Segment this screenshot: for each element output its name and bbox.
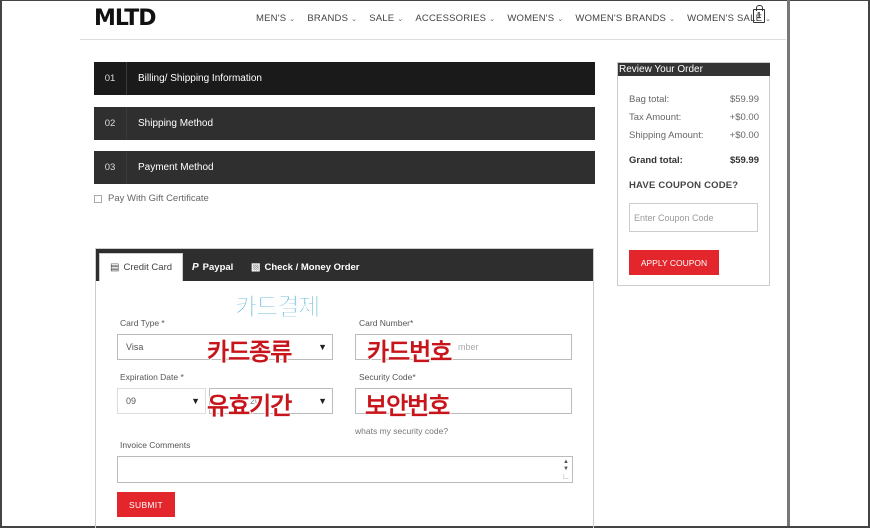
- grand-total-value: $59.99: [729, 155, 759, 166]
- card-number-label: Card Number*: [359, 318, 414, 328]
- nav-item-womens[interactable]: WOMEN'S ⌄: [507, 13, 563, 24]
- payment-tabs: ▤ Credit Card P Paypal ▧ Check / Money O…: [96, 249, 593, 281]
- site-header: MLTD MEN'S ⌄ BRANDS ⌄ SALE ⌄ ACCESSORIES ⌄ W…: [80, 0, 786, 40]
- dropdown-arrow-icon: ▼: [318, 342, 327, 352]
- apply-coupon-button[interactable]: APPLY COUPON: [629, 250, 719, 275]
- gift-certificate-label: Pay With Gift Certificate: [108, 193, 209, 204]
- tab-credit-card[interactable]: ▤ Credit Card: [99, 253, 184, 281]
- annotation-card-type: 카드종류: [207, 338, 292, 366]
- chevron-down-icon: ⌄: [489, 16, 496, 23]
- nav-label: WOMEN'S SALE: [687, 13, 763, 24]
- main-nav: MEN'S ⌄ BRANDS ⌄ SALE ⌄ ACCESSORIES ⌄ WOMEN'…: [256, 13, 783, 24]
- paypal-icon: P: [192, 261, 199, 273]
- coupon-title: HAVE COUPON CODE?: [629, 180, 739, 191]
- review-order-title: Review Your Order: [618, 63, 770, 76]
- grand-total-row: Grand total: $59.99: [629, 155, 759, 166]
- nav-label: WOMEN'S: [507, 13, 555, 24]
- annotation-card-number: 카드번호: [367, 338, 452, 366]
- submit-button[interactable]: SUBMIT: [117, 492, 175, 517]
- tab-label: Check / Money Order: [264, 261, 360, 273]
- chevron-down-icon: ⌄: [351, 16, 358, 23]
- invoice-comments-label: Invoice Comments: [120, 440, 191, 450]
- shipping-amount-value: +$0.00: [729, 130, 759, 141]
- nav-item-brands[interactable]: BRANDS ⌄: [307, 13, 357, 24]
- step-shipping-method[interactable]: 02 Shipping Method: [94, 107, 595, 140]
- security-code-help-link[interactable]: whats my security code?: [355, 426, 448, 436]
- step-number: 02: [94, 107, 127, 140]
- expiration-month-select[interactable]: 09 ▼: [117, 388, 206, 414]
- card-type-label: Card Type *: [120, 318, 165, 328]
- expiration-date-label: Expiration Date *: [120, 372, 184, 382]
- tab-check-money-order[interactable]: ▧ Check / Money Order: [241, 253, 369, 281]
- chevron-down-icon: ⌄: [397, 16, 404, 23]
- nav-label: MEN'S: [256, 13, 287, 24]
- chevron-down-icon: ⌄: [289, 16, 296, 23]
- dropdown-arrow-icon: ▼: [191, 396, 200, 406]
- tab-label: Paypal: [202, 261, 234, 273]
- coupon-input[interactable]: Enter Coupon Code: [629, 203, 758, 232]
- security-code-label: Security Code*: [359, 372, 416, 382]
- step-number: 01: [94, 62, 127, 95]
- card-type-value: Visa: [126, 342, 144, 352]
- gift-certificate-option[interactable]: Pay With Gift Certificate: [94, 193, 209, 204]
- tab-label: Credit Card: [123, 262, 173, 273]
- step-billing-shipping[interactable]: 01 Billing/ Shipping Information: [94, 62, 595, 95]
- nav-item-accessories[interactable]: ACCESSORIES ⌄: [415, 13, 495, 24]
- review-order-box: Review Your Order Bag total: $59.99 Tax …: [617, 62, 770, 286]
- shopping-bag-icon[interactable]: 1: [753, 5, 765, 23]
- shipping-amount-row: Shipping Amount: +$0.00: [629, 130, 759, 141]
- tax-amount-row: Tax Amount: +$0.00: [629, 112, 759, 123]
- dropdown-arrow-icon: ▼: [318, 396, 327, 406]
- scrollbar-track[interactable]: [787, 0, 790, 528]
- nav-label: BRANDS: [307, 13, 349, 24]
- money-icon: ▧: [251, 261, 261, 273]
- site-logo[interactable]: MLTD: [94, 6, 157, 31]
- chevron-down-icon: ⌄: [669, 16, 676, 23]
- grand-total-label: Grand total:: [629, 155, 683, 166]
- expiration-month-value: 09: [126, 396, 137, 406]
- frame-left: [0, 0, 2, 528]
- card-number-placeholder: mber: [458, 342, 479, 352]
- annotation-security: 보안번호: [365, 392, 450, 420]
- tax-amount-label: Tax Amount:: [629, 112, 682, 123]
- step-label: Shipping Method: [138, 118, 214, 129]
- invoice-comments-textarea[interactable]: ▲ ▼ ∟: [117, 456, 573, 483]
- annotation-payment: 카드결제: [235, 293, 321, 322]
- nav-label: SALE: [369, 13, 395, 24]
- gift-certificate-checkbox[interactable]: [94, 194, 102, 203]
- bag-total-value: $59.99: [729, 94, 759, 105]
- annotation-expiration: 유효기간: [207, 392, 292, 420]
- tax-amount-value: +$0.00: [729, 112, 759, 123]
- step-payment-method[interactable]: 03 Payment Method: [94, 151, 595, 184]
- shipping-amount-label: Shipping Amount:: [629, 130, 704, 141]
- bag-total-label: Bag total:: [629, 94, 670, 105]
- tab-paypal[interactable]: P Paypal: [182, 253, 243, 281]
- step-label: Billing/ Shipping Information: [138, 73, 262, 84]
- chevron-down-icon: ⌄: [557, 16, 564, 23]
- credit-card-icon: ▤: [110, 262, 120, 273]
- chevron-down-icon: ⌄: [765, 16, 772, 23]
- resize-grip-icon[interactable]: ∟: [562, 472, 570, 481]
- nav-item-mens[interactable]: MEN'S ⌄: [256, 13, 295, 24]
- nav-item-womens-brands[interactable]: WOMEN'S BRANDS ⌄: [575, 13, 675, 24]
- bag-total-row: Bag total: $59.99: [629, 94, 759, 105]
- spinner-icon[interactable]: ▲ ▼: [563, 459, 569, 473]
- step-label: Payment Method: [138, 162, 214, 173]
- nav-item-sale[interactable]: SALE ⌄: [369, 13, 403, 24]
- step-number: 03: [94, 151, 127, 184]
- nav-label: ACCESSORIES: [415, 13, 487, 24]
- nav-label: WOMEN'S BRANDS: [575, 13, 667, 24]
